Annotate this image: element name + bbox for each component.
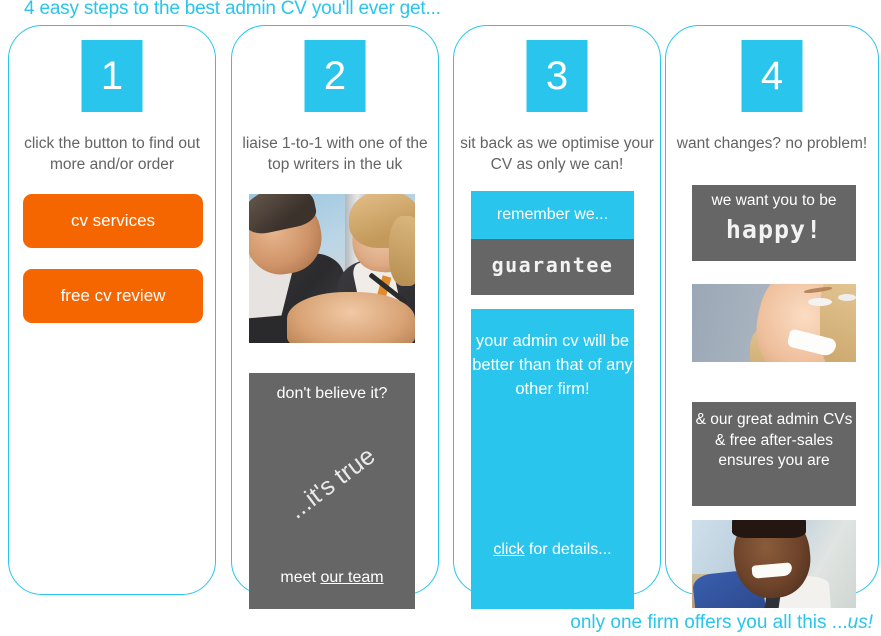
- remember-we-label: remember we...: [496, 206, 609, 223]
- footer-emphasis: us!: [847, 612, 873, 633]
- step-number-badge-1: 1: [81, 40, 143, 112]
- free-cv-review-button[interactable]: free cv review: [23, 269, 203, 323]
- we-want-you-happy-panel: we want you to be happy!: [692, 185, 856, 261]
- step-number-badge-2: 2: [304, 40, 366, 112]
- great-cvs-text: & our great admin CVs & free after-sales…: [695, 411, 853, 470]
- step-card-1: 1 click the button to find out more and/…: [8, 25, 216, 595]
- cv-services-button[interactable]: cv services: [23, 194, 203, 248]
- its-true-diagonal-text: ...it's true: [283, 441, 381, 525]
- step-caption-3: sit back as we optimise your CV as only …: [460, 135, 654, 173]
- dont-believe-headline: don't believe it?: [276, 385, 388, 402]
- step-card-3: 3 sit back as we optimise your CV as onl…: [453, 25, 661, 609]
- step-card-2: 2 liaise 1-to-1 with one of the top writ…: [231, 25, 439, 609]
- step-card-4: 4 want changes? no problem! we want you …: [665, 25, 879, 608]
- step-caption-4: want changes? no problem!: [676, 135, 868, 152]
- step-caption-2: liaise 1-to-1 with one of the top writer…: [242, 135, 428, 173]
- smiling-man-photo: [692, 520, 856, 608]
- laughing-woman-photo: [692, 284, 856, 362]
- click-for-details-line: click for details...: [471, 541, 634, 559]
- click-link[interactable]: click: [493, 541, 524, 558]
- admin-cv-promise-panel: your admin cv will be better than that o…: [471, 309, 634, 609]
- step-caption-1: click the button to find out more and/or…: [24, 135, 200, 173]
- dont-believe-panel: don't believe it? ...it's true meet our …: [249, 373, 415, 609]
- two-people-meeting-photo: [249, 194, 415, 343]
- guarantee-label: guarantee: [491, 253, 614, 277]
- step-number-badge-3: 3: [526, 40, 588, 112]
- happy-label: happy!: [725, 215, 823, 244]
- meet-our-team-line: meet our team: [249, 569, 415, 587]
- step-number-badge-4: 4: [741, 40, 803, 112]
- guarantee-panel: guarantee: [471, 239, 634, 295]
- great-cvs-panel: & our great admin CVs & free after-sales…: [692, 402, 856, 506]
- click-rest: for details...: [524, 541, 612, 558]
- we-want-you-to-be-label: we want you to be: [711, 192, 837, 209]
- meet-prefix: meet: [280, 569, 321, 586]
- admin-cv-promise-text: your admin cv will be better than that o…: [472, 332, 633, 398]
- footer-tagline: only one firm offers you all this ...us!: [570, 612, 873, 634]
- page-title: 4 easy steps to the best admin CV you'll…: [24, 0, 441, 19]
- footer-prefix: only one firm offers you all this ...: [570, 612, 848, 633]
- our-team-link[interactable]: our team: [320, 569, 383, 586]
- remember-we-panel: remember we...: [471, 191, 634, 239]
